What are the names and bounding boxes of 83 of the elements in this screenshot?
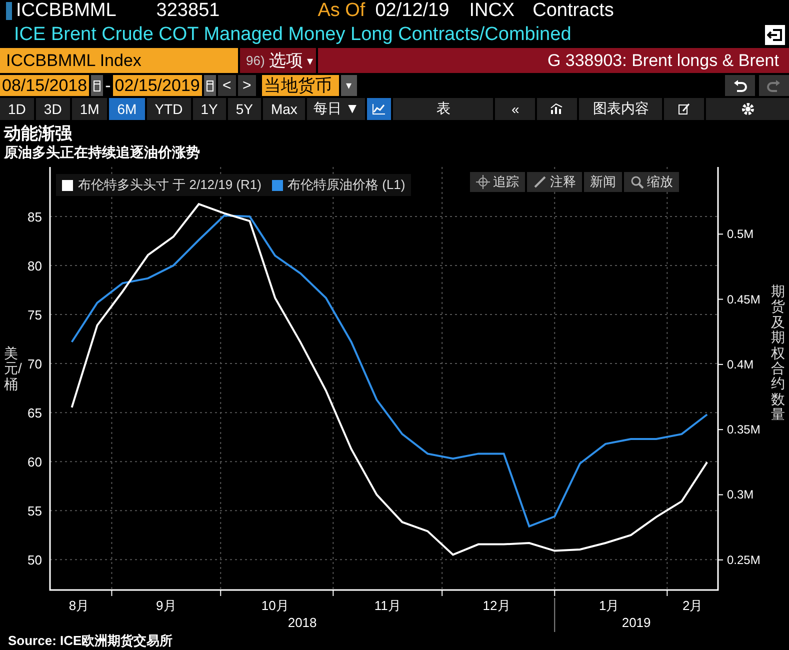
- year-label: 2019: [622, 615, 651, 630]
- right-axis-title: 期货及期权合约数量: [771, 284, 785, 423]
- x-axis-label: 2月: [682, 598, 703, 613]
- y-axis-label: 0.25M: [727, 552, 760, 567]
- security-field[interactable]: ICCBBMML Index: [0, 48, 238, 73]
- chart-view-button[interactable]: [367, 98, 392, 120]
- y-axis-label: 0.4M: [727, 357, 754, 372]
- calendar-icon: [93, 80, 102, 92]
- as-of-label: As Of: [318, 0, 366, 22]
- range-tab[interactable]: 6M: [109, 98, 145, 120]
- unit-label: Contracts: [532, 0, 614, 22]
- chart-subheading: 原油多头正在持续追逐油价涨势: [4, 144, 201, 160]
- year-label: 2018: [288, 615, 317, 630]
- x-axis-label: 9月: [156, 598, 176, 613]
- calendar-icon: [206, 80, 214, 92]
- x-axis-label: 8月: [68, 598, 90, 613]
- ticker: ICCBBMML: [16, 0, 116, 22]
- frequency-dropdown[interactable]: 每日 ▼: [307, 98, 366, 120]
- range-tab[interactable]: 5Y: [228, 98, 261, 120]
- y-axis-label: 0.45M: [727, 292, 760, 306]
- options-menu[interactable]: 96) 选项 ▾: [238, 48, 318, 73]
- next-button[interactable]: >: [238, 75, 256, 96]
- start-date-field[interactable]: 08/15/2018: [0, 75, 90, 96]
- y-axis-label: 55: [28, 504, 42, 519]
- y-axis-label: 85: [28, 210, 42, 224]
- x-axis-label: 10月: [261, 598, 289, 613]
- pen-icon: [533, 175, 547, 189]
- previous-button[interactable]: <: [218, 75, 236, 96]
- x-axis-label: 12月: [482, 598, 510, 613]
- exit-icon: [767, 28, 783, 42]
- x-axis-label: 11月: [374, 598, 401, 613]
- range-tab[interactable]: 1M: [72, 98, 108, 120]
- x-axis-label: 1月: [598, 598, 620, 613]
- chart-heading: 动能渐强: [4, 124, 74, 144]
- settings-icon: [740, 102, 755, 116]
- chart-tool-button[interactable]: 缩放: [624, 172, 679, 192]
- range-tab[interactable]: 1D: [0, 98, 34, 120]
- y-axis-label: 70: [28, 356, 42, 372]
- legend-label: 布伦特原油价格 (L1): [288, 176, 406, 194]
- redo-icon: [767, 78, 781, 92]
- calendar-button[interactable]: [91, 75, 104, 96]
- range-tab[interactable]: Max: [262, 98, 306, 120]
- chart-contents-button[interactable]: 图表内容: [579, 98, 662, 120]
- y-axis-label: 0.5M: [727, 227, 754, 242]
- edit-button[interactable]: [664, 98, 704, 120]
- source-code: INCX: [469, 0, 515, 22]
- chart-tool-button[interactable]: 注释: [527, 172, 582, 192]
- crosshair-icon: [476, 175, 490, 189]
- range-tab[interactable]: 1Y: [192, 98, 226, 120]
- undo-button[interactable]: [725, 75, 755, 96]
- chart-tool-button[interactable]: 新闻: [584, 172, 622, 192]
- calendar-button[interactable]: [204, 75, 216, 96]
- end-date-field[interactable]: 02/15/2019: [112, 75, 202, 96]
- date-separator: -: [105, 76, 111, 96]
- y-axis-label: 0.35M: [727, 422, 760, 437]
- y-axis-label: 80: [28, 258, 42, 274]
- bar-chart-icon: [550, 103, 564, 115]
- currency-dropdown-button[interactable]: ▾: [340, 75, 357, 96]
- chart-tool-button[interactable]: 追踪: [470, 172, 525, 192]
- ticker-marker: [6, 2, 12, 20]
- source-note: Source: ICE欧洲期货交易所: [8, 632, 173, 650]
- as-of-date: 02/12/19: [375, 0, 450, 22]
- security-description: ICE Brent Crude COT Managed Money Long Contracts/Combined: [14, 24, 572, 46]
- y-axis-label: 0.3M: [727, 488, 754, 502]
- line-chart-icon: [372, 103, 386, 115]
- table-view-button[interactable]: 表: [393, 98, 494, 120]
- legend-label: 布伦特多头头寸 于 2/12/19 (R1): [78, 176, 262, 194]
- exit-button[interactable]: [765, 25, 785, 45]
- settings-button[interactable]: [706, 98, 789, 120]
- y-axis-label: 75: [28, 308, 42, 323]
- search-icon: [630, 175, 644, 189]
- y-axis-label: 60: [28, 454, 42, 470]
- edit-icon: [678, 103, 690, 115]
- currency-field[interactable]: 当地货币: [262, 75, 339, 96]
- chart-name: G 338903: Brent longs & Brent: [547, 50, 779, 70]
- chart-type-button[interactable]: [537, 98, 578, 120]
- y-axis-label: 65: [28, 406, 42, 421]
- range-tab[interactable]: 3D: [36, 98, 70, 120]
- range-tab[interactable]: YTD: [146, 98, 191, 120]
- series-number: 323851: [156, 0, 220, 22]
- y-axis-label: 50: [28, 552, 42, 568]
- undo-icon: [733, 78, 747, 92]
- collapse-button[interactable]: «: [495, 98, 536, 120]
